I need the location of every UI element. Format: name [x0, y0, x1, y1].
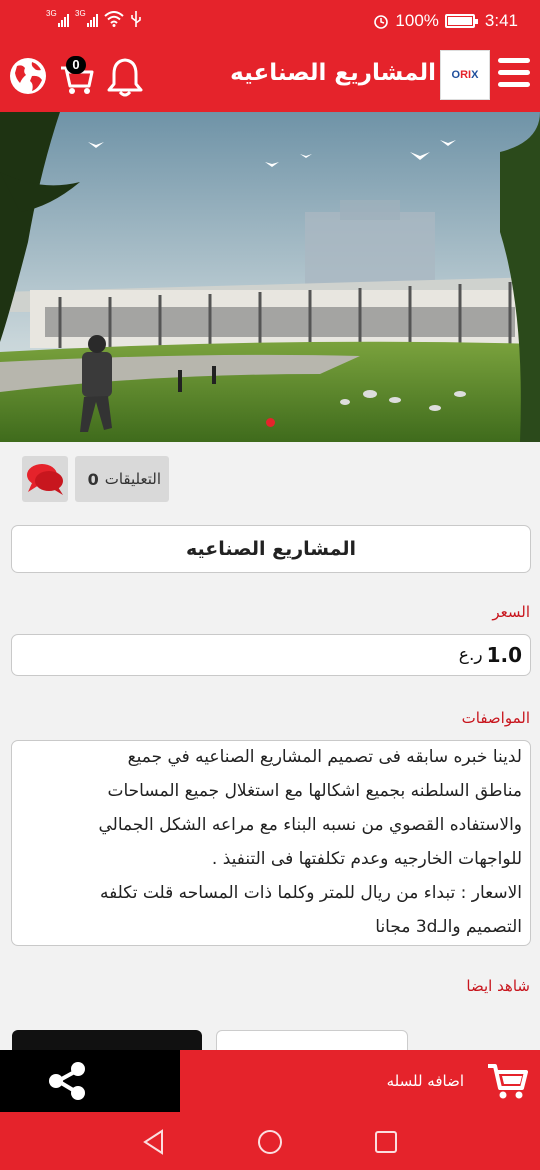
- cart-count-badge: 0: [66, 56, 86, 74]
- menu-icon[interactable]: [498, 58, 530, 92]
- battery-percent: 100%: [395, 11, 439, 30]
- price-card: 1.0 ر.ع: [11, 634, 531, 676]
- status-icons-right: 100% 3:41: [373, 11, 518, 31]
- cart-add-icon: [488, 1064, 528, 1099]
- status-bar: 3G 3G 100% 3:41: [0, 0, 540, 42]
- specs-line: مناطق السلطنه بجميع اشكالها مع استغلال ج…: [107, 781, 522, 801]
- app-bar: 0 المشاريع الصناعيه O RI X: [0, 42, 540, 112]
- home-icon[interactable]: [256, 1128, 284, 1156]
- product-title: المشاريع الصناعيه: [185, 538, 357, 560]
- signal-icon: 3G: [46, 9, 69, 27]
- battery-icon: [444, 14, 478, 28]
- comments-label: التعليقات: [104, 470, 161, 488]
- status-icons-left: 3G 3G: [46, 9, 142, 27]
- add-to-cart-label: اضافه للسله: [386, 1072, 464, 1090]
- price-value: 1.0: [486, 643, 522, 667]
- price-label: السعر: [492, 603, 530, 621]
- price-currency: ر.ع: [458, 645, 483, 665]
- recents-icon[interactable]: [372, 1128, 400, 1156]
- product-title-card: المشاريع الصناعيه: [11, 525, 531, 573]
- share-icon: [49, 1062, 85, 1100]
- specs-card[interactable]: لدينا خبره سابقه فى تصميم المشاريع الصنا…: [11, 740, 531, 946]
- see-also-label: شاهد ايضا: [466, 977, 530, 995]
- signal-icon-2: 3G: [75, 9, 98, 27]
- back-icon[interactable]: [140, 1128, 168, 1156]
- brand-logo[interactable]: O RI X: [440, 50, 490, 100]
- comments-count: 0: [87, 469, 99, 489]
- alarm-icon: [374, 15, 389, 29]
- comments-button[interactable]: التعليقات 0: [75, 456, 169, 502]
- specs-line: الاسعار : تبداء من ريال للمتر وكلما ذات …: [99, 883, 522, 903]
- specs-line: والاستفاده القصوي من نسبه البناء مع مراع…: [98, 815, 522, 835]
- specs-line: للواجهات الخارجيه وعدم تكلفتها فى التنفي…: [211, 849, 522, 869]
- add-to-cart-button[interactable]: اضافه للسله: [180, 1050, 540, 1112]
- share-button[interactable]: [0, 1050, 180, 1112]
- specs-line: التصميم والـ3d مجانا: [375, 917, 522, 937]
- page-title: المشاريع الصناعيه: [230, 60, 436, 86]
- clock: 3:41: [484, 11, 518, 30]
- product-image-gallery[interactable]: [0, 112, 540, 442]
- gallery-dot-active[interactable]: [266, 418, 275, 427]
- specs-line: لدينا خبره سابقه فى تصميم المشاريع الصنا…: [127, 747, 522, 767]
- usb-icon: [131, 11, 141, 27]
- wifi-icon: [104, 11, 124, 27]
- system-nav-bar: [0, 1112, 540, 1170]
- specs-label: المواصفات: [461, 709, 530, 727]
- comment-icon[interactable]: [22, 456, 68, 502]
- globe-icon[interactable]: [8, 56, 48, 96]
- product-image: [0, 112, 540, 442]
- bell-icon[interactable]: [106, 56, 144, 98]
